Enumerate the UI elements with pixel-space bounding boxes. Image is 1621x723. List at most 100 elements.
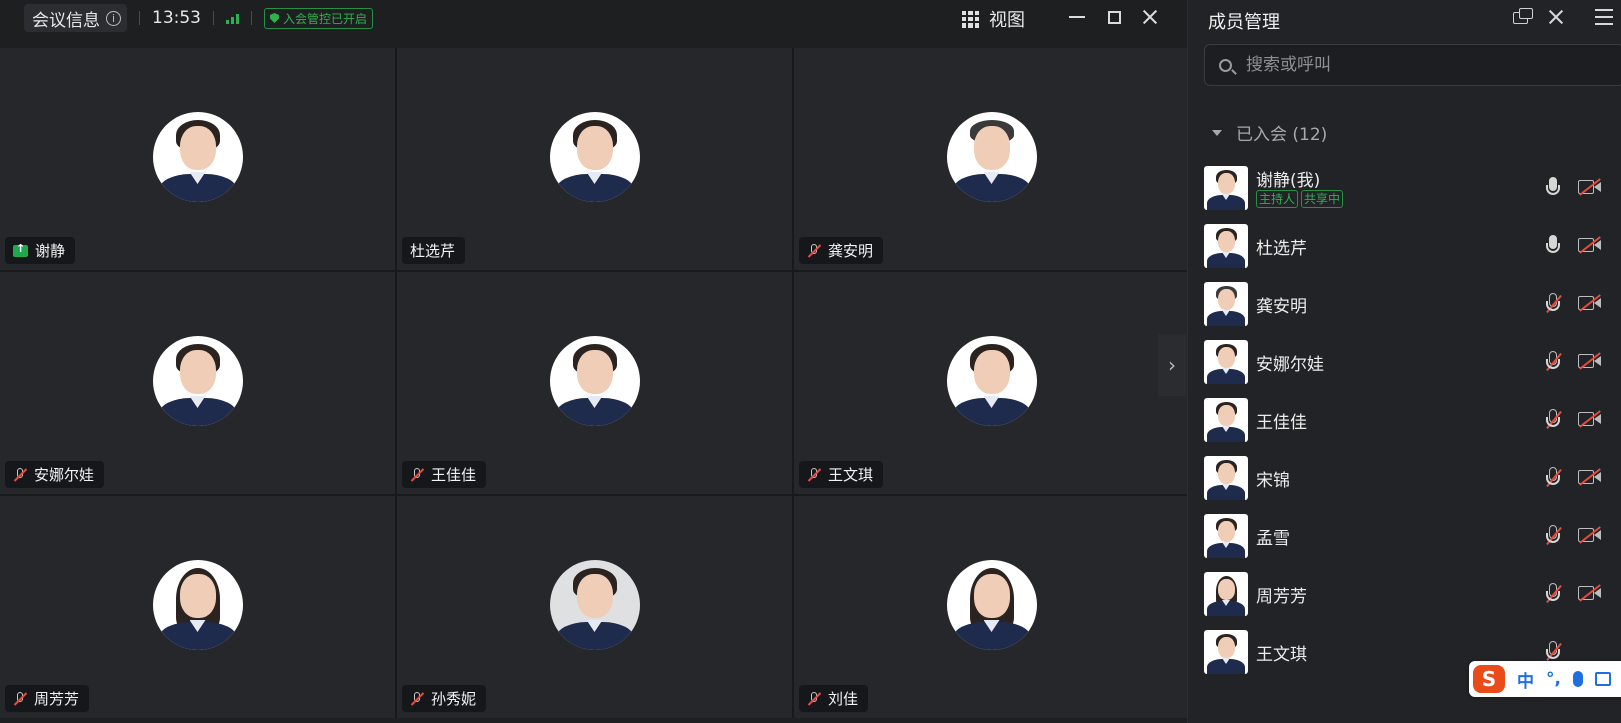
member-name: 杜选芹 bbox=[1256, 239, 1307, 259]
participant-name-tag: 谢静 bbox=[5, 237, 76, 264]
camera-off-icon[interactable] bbox=[1578, 584, 1602, 602]
next-page-arrow-icon[interactable]: › bbox=[1158, 334, 1186, 396]
participant-name: 王佳佳 bbox=[431, 466, 477, 484]
member-avatar bbox=[1204, 398, 1248, 442]
admission-control-badge[interactable]: 入会管控已开启 bbox=[264, 7, 374, 29]
mic-muted-icon bbox=[13, 691, 27, 706]
video-tile[interactable]: 刘佳 bbox=[794, 496, 1189, 718]
member-name: 安娜尔娃 bbox=[1256, 355, 1324, 375]
mic-off-icon[interactable] bbox=[1544, 351, 1562, 373]
divider bbox=[251, 11, 252, 25]
member-row[interactable]: 安娜尔娃 bbox=[1188, 332, 1621, 390]
member-list: 谢静(我) 主持人 共享中杜选芹龚安明安娜尔娃王佳佳宋锦孟雪周芳芳王文琪 bbox=[1188, 158, 1621, 680]
participant-name-tag: 王佳佳 bbox=[402, 461, 487, 488]
participant-name-tag: 王文琪 bbox=[799, 461, 884, 488]
mic-off-icon[interactable] bbox=[1544, 525, 1562, 547]
mic-off-icon[interactable] bbox=[1544, 293, 1562, 315]
camera-off-icon[interactable] bbox=[1578, 352, 1602, 370]
panel-title: 成员管理 bbox=[1208, 12, 1280, 33]
member-avatar bbox=[1204, 456, 1248, 500]
participant-avatar bbox=[946, 336, 1037, 426]
member-row[interactable]: 孟雪 bbox=[1188, 506, 1621, 564]
ime-mode[interactable]: 中 bbox=[1517, 667, 1534, 692]
member-row[interactable]: 周芳芳 bbox=[1188, 564, 1621, 622]
search-icon bbox=[1219, 58, 1232, 72]
divider bbox=[213, 11, 214, 25]
video-tile[interactable]: 孙秀妮 bbox=[397, 496, 792, 718]
participant-name: 安娜尔娃 bbox=[34, 466, 95, 484]
maximize-icon[interactable] bbox=[1103, 6, 1125, 28]
signal-strength-icon[interactable] bbox=[226, 12, 239, 24]
mic-off-icon[interactable] bbox=[1544, 583, 1562, 605]
info-icon: i bbox=[106, 10, 121, 26]
mic-icon[interactable] bbox=[1544, 235, 1562, 257]
mic-off-icon[interactable] bbox=[1544, 641, 1562, 663]
participant-name: 龚安明 bbox=[828, 242, 874, 260]
camera-off-icon[interactable] bbox=[1578, 410, 1602, 428]
view-button[interactable]: 视图 bbox=[962, 6, 1025, 32]
close-window-icon[interactable] bbox=[1139, 6, 1161, 28]
minimize-icon[interactable] bbox=[1066, 6, 1088, 28]
member-name: 宋锦 bbox=[1256, 471, 1290, 491]
participant-name-tag: 周芳芳 bbox=[5, 685, 90, 712]
member-name: 王文琪 bbox=[1256, 645, 1307, 665]
member-avatar bbox=[1204, 572, 1248, 616]
mic-off-icon[interactable] bbox=[1544, 409, 1562, 431]
mic-off-icon[interactable] bbox=[1544, 467, 1562, 489]
ime-toolbar[interactable]: S 中 °, bbox=[1469, 661, 1621, 697]
joined-section-label: 已入会 (12) bbox=[1236, 125, 1328, 145]
participant-name: 刘佳 bbox=[828, 690, 859, 708]
member-row[interactable]: 宋锦 bbox=[1188, 448, 1621, 506]
member-row[interactable]: 龚安明 bbox=[1188, 274, 1621, 332]
participant-name-tag: 孙秀妮 bbox=[402, 685, 487, 712]
ime-logo-icon: S bbox=[1473, 665, 1505, 693]
participant-avatar bbox=[549, 560, 640, 650]
host-badge: 主持人 bbox=[1256, 190, 1299, 208]
video-tile[interactable]: 安娜尔娃 bbox=[0, 272, 395, 494]
mic-icon[interactable] bbox=[1544, 177, 1562, 199]
member-panel: 成员管理 已入会 (12) 谢静(我)主持人共享中杜选芹龚安明安娜尔娃王佳佳宋锦… bbox=[1187, 0, 1621, 723]
member-row[interactable]: 王佳佳 bbox=[1188, 390, 1621, 448]
mic-muted-icon bbox=[410, 467, 424, 482]
member-name: 孟雪 bbox=[1256, 529, 1290, 549]
camera-off-icon[interactable] bbox=[1578, 236, 1602, 254]
participant-name: 王文琪 bbox=[828, 466, 874, 484]
participant-name-tag: 安娜尔娃 bbox=[5, 461, 105, 488]
video-tile[interactable]: 周芳芳 bbox=[0, 496, 395, 718]
screen-share-icon bbox=[13, 242, 28, 257]
camera-off-icon[interactable] bbox=[1578, 526, 1602, 544]
meeting-info-button[interactable]: 会议信息 i bbox=[24, 4, 127, 32]
participant-avatar bbox=[549, 112, 640, 202]
popout-icon[interactable] bbox=[1513, 7, 1535, 27]
mic-muted-icon bbox=[807, 243, 821, 258]
ime-punctuation[interactable]: °, bbox=[1546, 669, 1561, 689]
view-label: 视图 bbox=[989, 10, 1025, 31]
member-avatar bbox=[1204, 166, 1248, 210]
search-input[interactable] bbox=[1244, 54, 1588, 76]
camera-off-icon[interactable] bbox=[1578, 178, 1602, 196]
panel-close-icon[interactable] bbox=[1545, 6, 1567, 28]
member-avatar bbox=[1204, 514, 1248, 558]
meeting-info-label: 会议信息 bbox=[32, 10, 100, 31]
participant-name: 孙秀妮 bbox=[431, 690, 477, 708]
ime-keyboard-icon[interactable] bbox=[1594, 672, 1611, 686]
caret-down-icon bbox=[1212, 129, 1222, 136]
video-tile[interactable]: 王佳佳 bbox=[397, 272, 792, 494]
camera-off-icon[interactable] bbox=[1578, 294, 1602, 312]
member-avatar bbox=[1204, 630, 1248, 674]
member-row[interactable]: 杜选芹 bbox=[1188, 216, 1621, 274]
video-tile[interactable]: 王文琪 bbox=[794, 272, 1189, 494]
participant-avatar bbox=[946, 112, 1037, 202]
menu-icon[interactable] bbox=[1595, 9, 1613, 25]
member-search bbox=[1204, 44, 1621, 86]
video-tile[interactable]: 龚安明 bbox=[794, 48, 1189, 270]
mic-muted-icon bbox=[410, 691, 424, 706]
ime-voice-icon[interactable] bbox=[1572, 671, 1583, 687]
member-row[interactable]: 谢静(我) 主持人 共享中 bbox=[1188, 158, 1621, 216]
video-tile[interactable]: 杜选芹 bbox=[397, 48, 792, 270]
video-tile[interactable]: 谢静 bbox=[0, 48, 395, 270]
divider bbox=[139, 11, 140, 25]
admission-control-label: 入会管控已开启 bbox=[283, 11, 368, 26]
camera-off-icon[interactable] bbox=[1578, 468, 1602, 486]
joined-section-toggle[interactable]: 已入会 (12) bbox=[1212, 120, 1327, 145]
